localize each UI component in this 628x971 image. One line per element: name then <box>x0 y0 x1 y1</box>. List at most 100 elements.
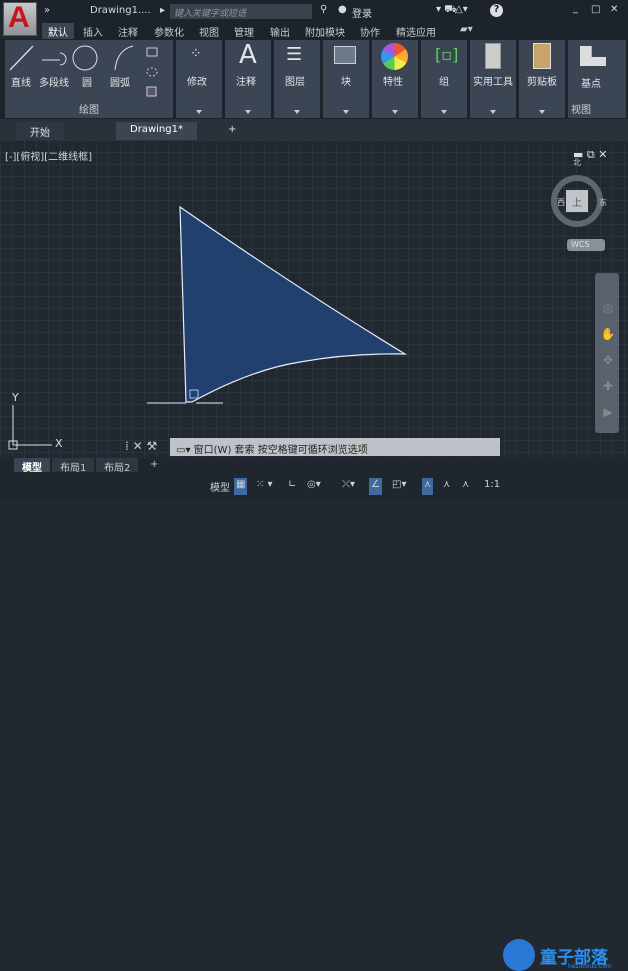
model-space-button[interactable]: 模型 <box>208 478 232 495</box>
command-close-icon[interactable]: ⁞ ✕ ⚒ <box>125 439 157 453</box>
tab-layout2[interactable]: 布局2 <box>96 458 139 474</box>
groups-panel[interactable]: [▫] 组 <box>421 40 467 118</box>
command-line[interactable]: ▭▾ 窗口(W) 套索 按空格键可循环浏览选项 <box>170 438 500 456</box>
osnap-toggle[interactable]: ∠ <box>369 478 382 495</box>
tab-view[interactable]: 视图 <box>199 24 219 39</box>
compass-west[interactable]: 西 <box>557 197 565 208</box>
ribbon: 直线 多段线 圆 圆弧 绘图 修改 ⁘ A 注释 ☰ 图层 块 特性 [▫] 组 实用工… <box>0 39 628 119</box>
isodraft-toggle[interactable]: ⤫▾ <box>340 478 357 495</box>
tab-featured-apps[interactable]: 精选应用 <box>396 24 436 39</box>
command-prompt: 窗口(W) 套索 按空格键可循环浏览选项 <box>193 445 368 456</box>
watermark-url: hezibuluo.com <box>568 963 612 970</box>
camera-icon[interactable]: ▰▾ <box>460 24 473 35</box>
quick-access-toolbar[interactable]: » <box>44 5 50 16</box>
drawing-canvas[interactable]: [-][俯视][二维线框] ▬ ⧉ ✕ 北 南 西 东 上 WCS ◎✋✥✚▶ … <box>0 140 628 458</box>
minimize-button[interactable]: _ <box>573 3 578 14</box>
help-icon[interactable]: ? <box>490 4 503 17</box>
annotation-scale-icon[interactable]: ⋏ <box>460 478 471 495</box>
modify-label: 修改 <box>187 77 207 88</box>
text-icon: A <box>239 40 257 70</box>
layers-panel[interactable]: ☰ 图层 <box>274 40 320 118</box>
compass-east[interactable]: 东 <box>599 197 607 208</box>
user-icon: ● <box>338 4 347 15</box>
search-input[interactable]: 键入关键字或短语 <box>170 4 312 19</box>
maximize-button[interactable]: □ <box>591 4 600 15</box>
drawing-svg <box>8 175 619 450</box>
group-icon: [▫] <box>435 45 459 64</box>
modify-panel[interactable]: 修改 ⁘ <box>176 40 222 118</box>
binoculars-icon[interactable]: ⚲ <box>320 4 327 15</box>
layers-icon: ☰ <box>286 44 303 65</box>
wcs-dropdown[interactable]: WCS <box>567 239 605 251</box>
color-wheel-icon <box>381 43 408 70</box>
object-snap-toggle[interactable]: ◰▾ <box>390 478 408 495</box>
signin-button[interactable]: 登录 <box>352 5 372 20</box>
tab-output[interactable]: 输出 <box>270 24 290 39</box>
draw-tool-icons <box>9 45 158 97</box>
new-tab-button[interactable]: + <box>222 122 242 140</box>
arc-tool-button[interactable]: 圆弧 <box>110 74 130 89</box>
circle-tool-button[interactable]: 圆 <box>82 74 92 89</box>
line-tool-button[interactable]: 直线 <box>11 74 31 89</box>
annotation-scale[interactable]: 1:1 <box>482 478 502 495</box>
tab-manage[interactable]: 管理 <box>234 24 254 39</box>
close-button[interactable]: ✕ <box>610 4 618 15</box>
autocad-logo-icon: A <box>8 1 30 34</box>
properties-label: 特性 <box>383 77 403 88</box>
draw-panel: 直线 多段线 圆 圆弧 绘图 <box>5 40 173 118</box>
snap-toggle[interactable]: ⁙ ▾ <box>254 478 275 495</box>
compass-north[interactable]: 北 <box>573 157 581 168</box>
draw-panel-title[interactable]: 绘图 <box>5 101 173 116</box>
window-title: Drawing1.... <box>90 5 151 16</box>
ucs-y-label: Y <box>12 391 19 404</box>
properties-panel[interactable]: 特性 <box>372 40 418 118</box>
tab-insert[interactable]: 插入 <box>83 24 103 39</box>
annotation-panel[interactable]: A 注释 <box>225 40 271 118</box>
view-panel[interactable]: 基点视图 <box>568 40 626 118</box>
polyline-tool-button[interactable]: 多段线 <box>39 74 69 89</box>
selected-hatch-shape <box>179 205 408 403</box>
layout-tabs: 模型 布局1 布局2 + <box>0 458 628 474</box>
command-icon: ▭▾ <box>176 445 191 456</box>
ucs-x-label: X <box>55 437 63 450</box>
viewcube-top[interactable]: 上 <box>572 194 582 209</box>
tab-parametric[interactable]: 参数化 <box>154 24 184 39</box>
ribbon-tabs: 默认 插入 注释 参数化 视图 管理 输出 附加模块 协作 精选应用 ▰▾ <box>40 22 628 40</box>
tab-model[interactable]: 模型 <box>14 458 50 474</box>
navbar-tools[interactable]: ◎ ✋ ✥ ✚ ▶ <box>598 295 618 425</box>
layers-label: 图层 <box>285 77 305 88</box>
view-panel-title[interactable]: 视图 <box>571 101 626 116</box>
modify-icon: ⁘ <box>190 46 202 62</box>
search-arrow-icon: ▸ <box>160 5 166 16</box>
file-tabs: 开始 Drawing1* + <box>0 119 628 140</box>
block-panel[interactable]: 块 <box>323 40 369 118</box>
watermark-logo <box>503 939 535 971</box>
grid-toggle[interactable]: ▦ <box>234 478 248 495</box>
groups-label: 组 <box>439 77 449 88</box>
tab-addins[interactable]: 附加模块 <box>305 24 345 39</box>
grip-square <box>189 389 199 399</box>
basepoint-label: 基点 <box>581 79 601 90</box>
tab-layout1[interactable]: 布局1 <box>52 458 95 474</box>
cart-icon[interactable]: ▾ ⛟ <box>436 4 457 17</box>
clipboard-label: 剪贴板 <box>527 77 557 88</box>
tab-annotate[interactable]: 注释 <box>118 24 138 39</box>
polar-toggle[interactable]: ◎▾ <box>305 478 323 495</box>
utilities-panel[interactable]: 实用工具 <box>470 40 516 118</box>
block-label: 块 <box>341 77 351 88</box>
block-icon <box>334 46 356 64</box>
basepoint-icon <box>580 46 606 66</box>
tab-drawing1[interactable]: Drawing1* <box>116 122 197 140</box>
tab-collaborate[interactable]: 协作 <box>360 24 380 39</box>
annotation-visibility-toggle[interactable]: ⋏ <box>422 478 434 495</box>
add-layout-button[interactable]: + <box>142 458 166 472</box>
application-menu-button[interactable]: A <box>3 1 37 36</box>
autodesk-app-icon[interactable]: △▾ <box>455 4 468 15</box>
tab-default[interactable]: 默认 <box>42 23 74 40</box>
status-bar: 模型 ▦ ⁙ ▾ ∟ ◎▾ ⤫▾ ∠ ◰▾ ⋏ ⋏ ⋏ 1:1 童子部落 hez… <box>0 473 628 971</box>
ortho-toggle[interactable]: ∟ <box>286 478 298 495</box>
tab-start[interactable]: 开始 <box>16 122 64 140</box>
clipboard-panel[interactable]: 剪贴板 <box>519 40 565 118</box>
annotation-label: 注释 <box>236 77 256 88</box>
autoscale-toggle[interactable]: ⋏ <box>441 478 452 495</box>
